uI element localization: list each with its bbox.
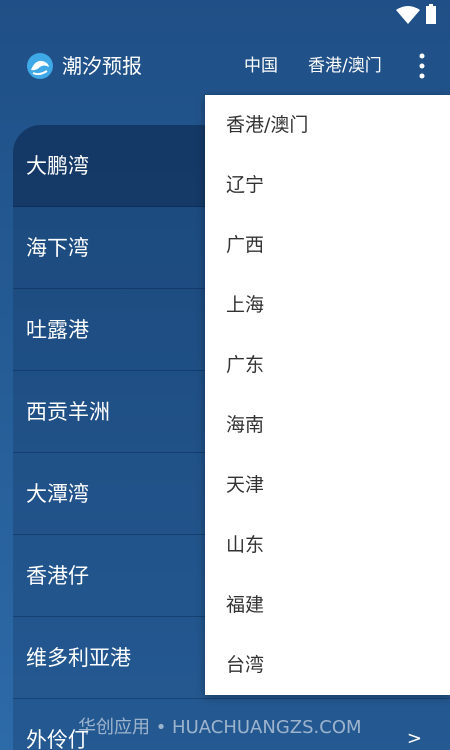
station-name: 海下湾 — [26, 236, 89, 260]
menu-item-hongkong-macau[interactable]: 香港/澳门 — [205, 95, 450, 155]
status-bar — [0, 0, 450, 30]
menu-item-label: 广东 — [226, 354, 265, 376]
menu-item-label: 香港/澳门 — [226, 114, 309, 136]
menu-item-label: 天津 — [226, 474, 265, 496]
watermark: 华创应用 • HUACHUANGZS.COM — [78, 717, 362, 738]
menu-item-shandong[interactable]: 山东 — [205, 515, 450, 575]
wifi-icon — [396, 6, 420, 24]
app-bar: 潮汐预报 中国 香港/澳门 — [0, 30, 450, 100]
menu-item-label: 广西 — [226, 234, 265, 256]
station-name: 大鹏湾 — [26, 154, 89, 178]
menu-item-label: 上海 — [226, 294, 265, 316]
station-name: 维多利亚港 — [26, 646, 131, 670]
menu-item-shanghai[interactable]: 上海 — [205, 275, 450, 335]
menu-item-hainan[interactable]: 海南 — [205, 395, 450, 455]
menu-item-label: 山东 — [226, 534, 265, 556]
menu-item-taiwan[interactable]: 台湾 — [205, 635, 450, 695]
menu-item-guangxi[interactable]: 广西 — [205, 215, 450, 275]
menu-item-label: 辽宁 — [226, 174, 265, 196]
menu-item-tianjin[interactable]: 天津 — [205, 455, 450, 515]
station-name: 大潭湾 — [26, 482, 89, 506]
menu-item-label: 台湾 — [226, 654, 265, 676]
station-name: 西贡羊洲 — [26, 400, 110, 424]
nav-region-hongkong-macau[interactable]: 香港/澳门 — [308, 54, 382, 78]
wave-logo-icon — [27, 53, 53, 79]
station-name: 香港仔 — [26, 564, 89, 588]
station-name: 吐露港 — [26, 318, 89, 342]
chevron-right-icon: > — [406, 728, 422, 749]
menu-item-fujian[interactable]: 福建 — [205, 575, 450, 635]
menu-item-liaoning[interactable]: 辽宁 — [205, 155, 450, 215]
more-vert-icon[interactable] — [414, 50, 430, 82]
nav-region-china[interactable]: 中国 — [244, 54, 278, 78]
battery-icon — [426, 4, 436, 24]
region-dropdown-menu: 香港/澳门 辽宁 广西 上海 广东 海南 天津 山东 福建 台湾 — [205, 95, 450, 695]
menu-item-label: 福建 — [226, 594, 265, 616]
menu-item-label: 海南 — [226, 414, 265, 436]
app-title: 潮汐预报 — [62, 54, 142, 78]
menu-item-guangdong[interactable]: 广东 — [205, 335, 450, 395]
